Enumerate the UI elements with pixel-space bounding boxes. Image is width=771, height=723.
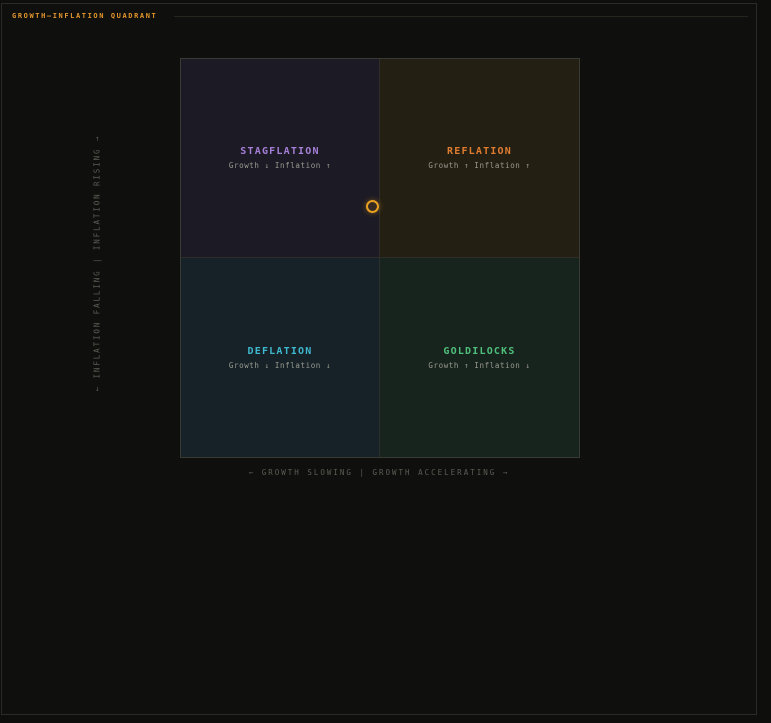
quadrant-stagflation-name: STAGFLATION bbox=[240, 146, 320, 157]
quadrant-deflation: DEFLATION Growth ↓ Inflation ↓ bbox=[181, 258, 380, 457]
panel-title: GROWTH–INFLATION QUADRANT bbox=[12, 12, 158, 20]
title-divider bbox=[174, 16, 748, 17]
quadrant-deflation-desc: Growth ↓ Inflation ↓ bbox=[228, 360, 332, 370]
quadrant-goldilocks-name: GOLDILOCKS bbox=[443, 345, 516, 357]
quadrant-reflation-desc: Growth ↑ Inflation ↑ bbox=[428, 161, 531, 170]
y-axis-label: ← INFLATION FALLING | INFLATION RISING → bbox=[92, 134, 102, 392]
quadrant-reflation: REFLATION Growth ↑ Inflation ↑ bbox=[380, 59, 579, 258]
quadrant-grid: STAGFLATION Growth ↓ Inflation ↑ REFLATI… bbox=[180, 58, 580, 458]
x-axis-label: ← GROWTH SLOWING | GROWTH ACCELERATING → bbox=[248, 468, 510, 477]
quadrant-goldilocks-desc: Growth ↑ Inflation ↓ bbox=[428, 360, 531, 370]
quadrant-stagflation: STAGFLATION Growth ↓ Inflation ↑ bbox=[181, 59, 380, 258]
quadrant-stagflation-desc: Growth ↓ Inflation ↑ bbox=[228, 161, 332, 170]
quadrant-deflation-name: DEFLATION bbox=[247, 345, 313, 357]
quadrant-goldilocks: GOLDILOCKS Growth ↑ Inflation ↓ bbox=[380, 258, 579, 457]
current-position-marker[interactable] bbox=[366, 200, 379, 213]
quadrant-reflation-name: REFLATION bbox=[447, 146, 512, 157]
